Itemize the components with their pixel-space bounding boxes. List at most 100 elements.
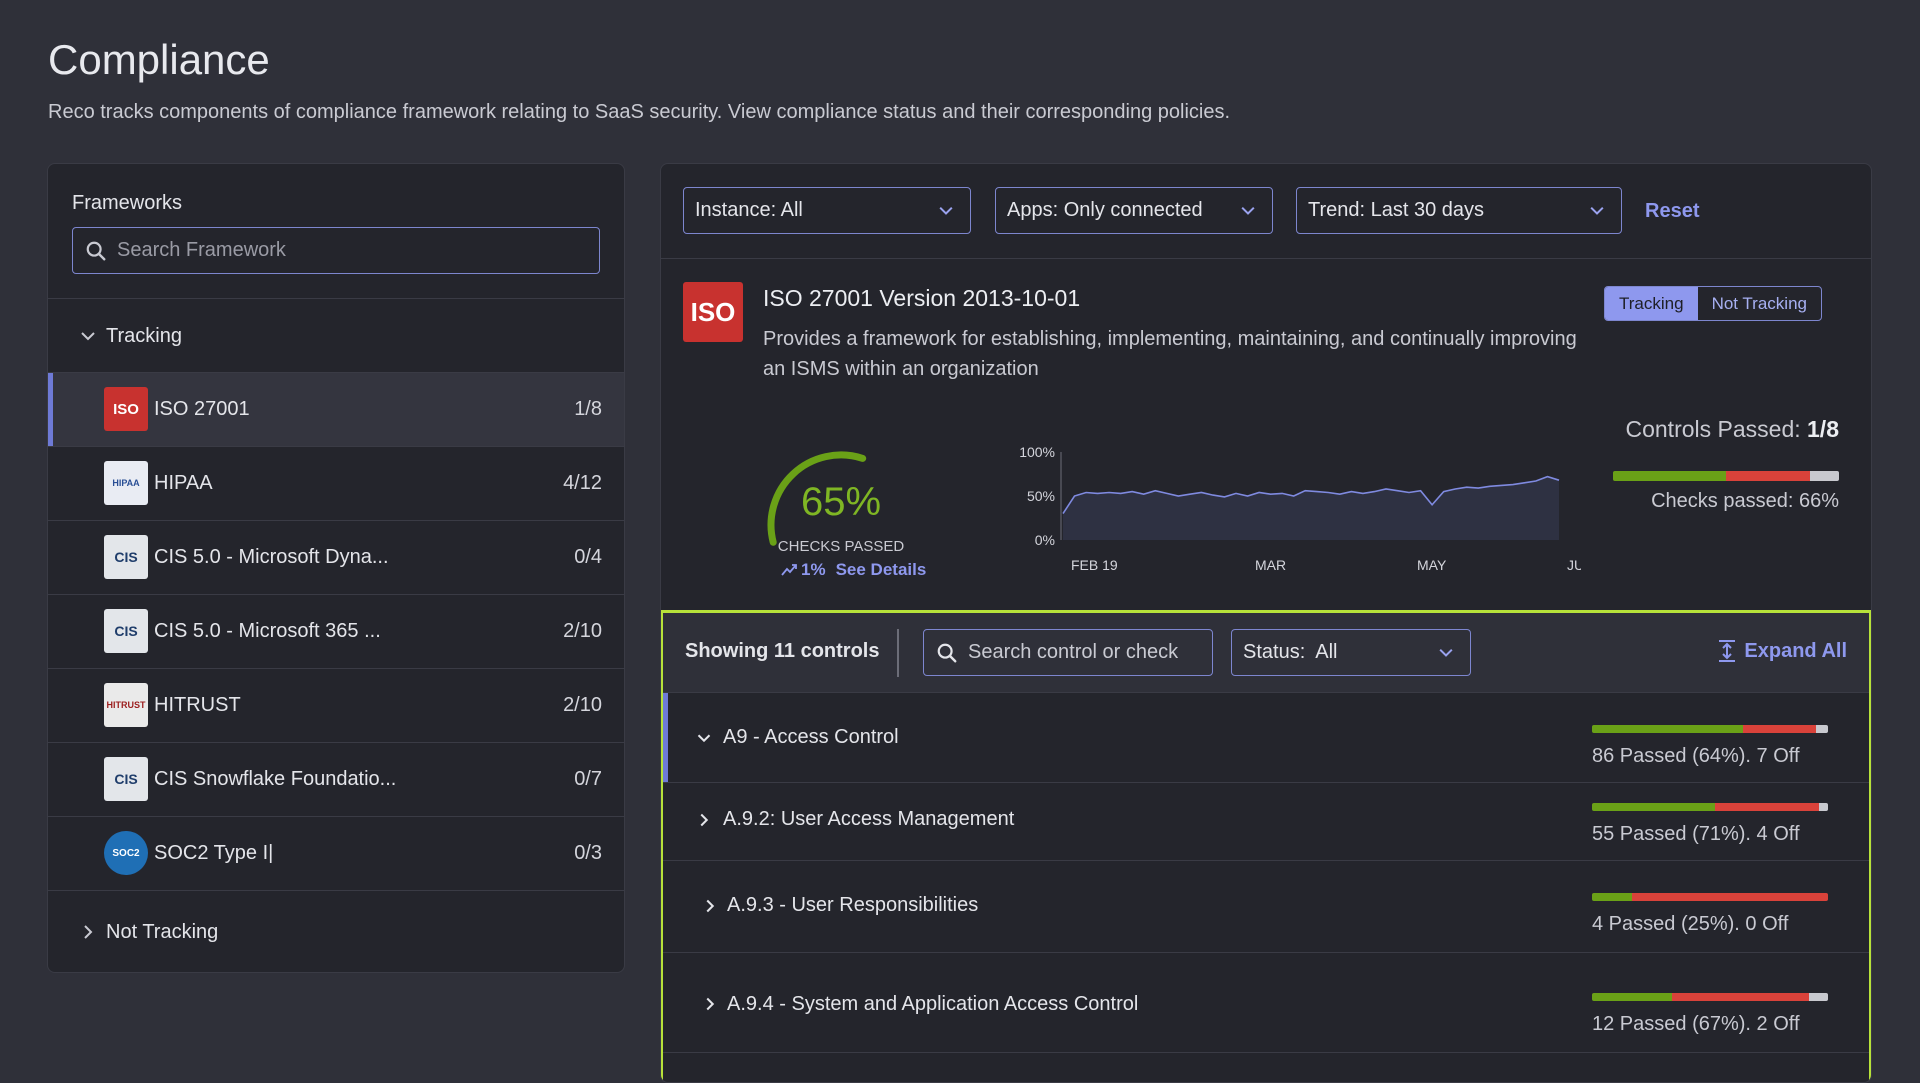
not-tracking-group-toggle[interactable]: Not Tracking: [76, 920, 218, 944]
framework-name: ISO 27001: [154, 398, 250, 420]
tracking-group-toggle[interactable]: Tracking: [76, 324, 182, 348]
chevron-down-icon: [939, 206, 953, 215]
bar-segment-passed: [1592, 803, 1715, 811]
framework-count: 1/8: [574, 398, 602, 420]
framework-item[interactable]: ISO ISO 27001 1/8: [48, 372, 624, 447]
controls-toolbar: Showing 11 controls Search control or ch…: [663, 613, 1869, 693]
control-progress-bar: [1592, 725, 1828, 733]
control-progress-bar: [1592, 803, 1828, 811]
y-tick-label: 50%: [1027, 488, 1055, 504]
search-icon: [86, 241, 106, 260]
controls-passed-label: Controls Passed:: [1625, 416, 1801, 442]
status-dropdown[interactable]: Status: All: [1231, 629, 1471, 676]
tracking-toggle-off[interactable]: Not Tracking: [1698, 287, 1821, 320]
gauge-label: CHECKS PASSED: [777, 538, 905, 555]
bar-segment-passed: [1592, 993, 1673, 1001]
framework-count: 2/10: [563, 694, 602, 716]
search-control-placeholder: Search control or check: [968, 641, 1179, 663]
trending-up-icon: [781, 564, 797, 576]
trend-dropdown[interactable]: Trend: Last 30 days: [1296, 187, 1622, 234]
x-tick-label: MAR: [1255, 557, 1286, 573]
y-tick-label: 100%: [1019, 444, 1055, 460]
control-row[interactable]: A.9.3 - User Responsibilities 4 Passed (2…: [663, 861, 1869, 953]
tracking-group-label: Tracking: [106, 324, 182, 347]
chevron-down-icon: [1439, 648, 1453, 657]
control-name: A9 - Access Control: [723, 726, 899, 748]
instance-dropdown[interactable]: Instance: All: [683, 187, 971, 234]
see-details-link[interactable]: See Details: [836, 560, 927, 580]
y-tick-label: 0%: [1035, 532, 1055, 548]
chevron-right-icon: [706, 997, 715, 1011]
cis-logo: CIS: [104, 535, 148, 579]
divider: [48, 890, 624, 891]
control-progress-bar: [1592, 893, 1828, 901]
tracking-toggle-on[interactable]: Tracking: [1605, 287, 1698, 320]
framework-name: SOC2 Type I|: [154, 842, 274, 864]
status-dropdown-label: Status: All: [1243, 641, 1338, 663]
bar-segment-failed: [1632, 893, 1828, 901]
expand-icon: [1719, 640, 1736, 662]
framework-name: CIS Snowflake Foundatio...: [154, 768, 397, 790]
not-tracking-group-label: Not Tracking: [106, 920, 219, 943]
framework-name: HITRUST: [154, 694, 241, 716]
reset-button[interactable]: Reset: [1645, 200, 1699, 223]
framework-item[interactable]: SOC2 SOC2 Type I| 0/3: [48, 816, 624, 890]
checks-gauge: 65% CHECKS PASSED 1% See Details: [761, 430, 926, 580]
control-name: A.9.3 - User Responsibilities: [727, 894, 979, 916]
control-row[interactable]: A.9.4 - System and Application Access Co…: [663, 953, 1869, 1053]
checks-passed-text: Checks passed: 66%: [1651, 490, 1839, 512]
compliance-page: Compliance Reco tracks components of com…: [0, 0, 1920, 1083]
page-subtitle: Reco tracks components of compliance fra…: [48, 101, 1231, 123]
control-stat: 55 Passed (71%). 4 Off: [1592, 823, 1800, 845]
cis-logo: CIS: [104, 757, 148, 801]
chevron-down-icon: [1241, 206, 1255, 215]
control-stat: 4 Passed (25%). 0 Off: [1592, 913, 1789, 935]
bar-segment-passed: [1613, 471, 1726, 481]
iso-logo: ISO: [683, 282, 743, 342]
control-row[interactable]: A.9.2: User Access Management 55 Passed (…: [663, 783, 1869, 861]
control-name: A.9.2: User Access Management: [723, 808, 1015, 830]
x-tick-label: FEB 19: [1071, 557, 1118, 573]
search-control-input[interactable]: Search control or check: [923, 629, 1213, 676]
controls-passed-value: 1/8: [1807, 416, 1839, 442]
framework-count: 0/7: [574, 768, 602, 790]
apps-dropdown[interactable]: Apps: Only connected: [995, 187, 1273, 234]
frameworks-label: Frameworks: [72, 192, 183, 214]
framework-title: ISO 27001 Version 2013-10-01: [763, 285, 1081, 311]
search-framework-input[interactable]: Search Framework: [72, 227, 600, 274]
expand-all-button[interactable]: Expand All: [1716, 639, 1847, 663]
search-framework-placeholder: Search Framework: [117, 239, 286, 261]
apps-dropdown-label: Apps: Only connected: [1007, 199, 1203, 221]
framework-count: 4/12: [563, 472, 602, 494]
bar-segment-off: [1818, 803, 1828, 811]
divider: [897, 629, 899, 677]
chevron-right-icon: [706, 899, 715, 913]
chevron-down-icon: [697, 734, 711, 743]
x-tick-label: JUL 19: [1567, 557, 1581, 573]
control-stat: 12 Passed (67%). 2 Off: [1592, 1013, 1800, 1035]
control-stat: 86 Passed (64%). 7 Off: [1592, 745, 1800, 767]
framework-item[interactable]: CIS CIS Snowflake Foundatio... 0/7: [48, 742, 624, 816]
bar-segment-off: [1809, 993, 1828, 1001]
bar-segment-passed: [1592, 893, 1633, 901]
bar-segment-off: [1809, 471, 1839, 481]
framework-count: 2/10: [563, 620, 602, 642]
framework-item[interactable]: CIS CIS 5.0 - Microsoft Dyna... 0/4: [48, 520, 624, 594]
bar-segment-failed: [1743, 725, 1817, 733]
framework-item[interactable]: CIS CIS 5.0 - Microsoft 365 ... 2/10: [48, 594, 624, 668]
control-name: A.9.4 - System and Application Access Co…: [727, 993, 1139, 1015]
trend-dropdown-label: Trend: Last 30 days: [1308, 199, 1485, 221]
controls-section: Showing 11 controls Search control or ch…: [661, 610, 1871, 1082]
framework-item[interactable]: HIPAA HIPAA 4/12: [48, 446, 624, 520]
control-row[interactable]: A9 - Access Control 86 Passed (64%). 7 Of…: [663, 693, 1869, 783]
chevron-down-icon: [1590, 206, 1604, 215]
framework-item[interactable]: HITRUST HITRUST 2/10: [48, 668, 624, 742]
showing-controls-count: Showing 11 controls: [685, 640, 880, 662]
trend-value: 1%: [801, 560, 826, 579]
bar-segment-passed: [1592, 725, 1744, 733]
filters-bar: Instance: All Apps: Only connected Trend…: [661, 164, 1871, 259]
framework-name: CIS 5.0 - Microsoft Dyna...: [154, 546, 389, 568]
framework-name: CIS 5.0 - Microsoft 365 ...: [154, 620, 381, 642]
soc2-logo: SOC2: [104, 831, 148, 875]
instance-dropdown-label: Instance: All: [695, 199, 803, 221]
